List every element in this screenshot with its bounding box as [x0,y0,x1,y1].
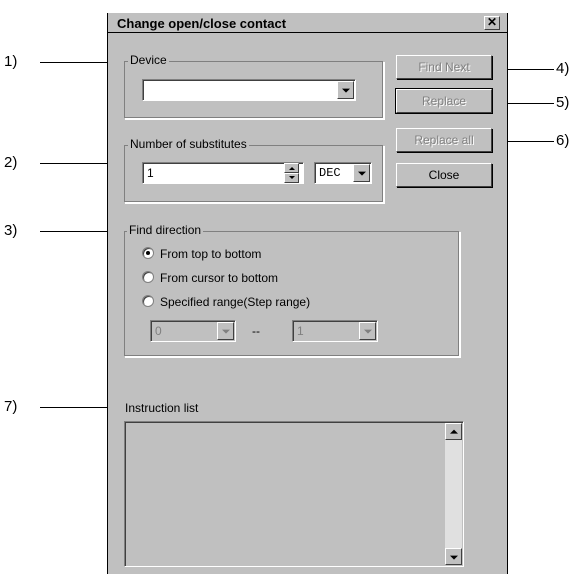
radix-dropdown-button[interactable] [353,164,370,182]
substitutes-input[interactable]: 1 [142,162,304,184]
chevron-down-icon [357,171,366,176]
spin-down-button[interactable] [284,173,299,183]
range-to-select[interactable]: 1 [292,320,378,342]
close-button[interactable]: Close [396,163,492,187]
chevron-down-icon [341,88,350,93]
callout-4-label: 4) [556,60,570,77]
range-to-dropdown-button[interactable] [359,322,376,340]
replace-all-button[interactable]: Replace all [396,128,492,152]
radio-top-to-bottom-indicator[interactable] [142,247,154,259]
title-bar[interactable]: Change open/close contact ✕ [108,14,507,33]
range-to-value: 1 [297,324,304,338]
callout-4-line [504,69,554,70]
radio-cursor-to-bottom[interactable]: From cursor to bottom [142,270,342,286]
radio-specified-range-indicator[interactable] [142,295,154,307]
radio-selected-dot [146,251,150,255]
range-from-select[interactable]: 0 [150,320,236,342]
callout-6-label: 6) [556,132,570,149]
device-dropdown-button[interactable] [337,81,354,99]
chevron-down-icon [363,329,372,334]
chevron-up-icon [449,429,458,434]
substitutes-value: 1 [147,166,154,180]
radix-select[interactable]: DEC [314,162,372,184]
close-window-icon[interactable]: ✕ [484,16,500,30]
chevron-down-icon [221,329,230,334]
radio-cursor-to-bottom-label: From cursor to bottom [160,271,279,285]
range-separator: -- [252,324,260,338]
substitutes-spinner[interactable] [284,163,299,183]
spin-up-button[interactable] [284,163,299,173]
callout-2-label: 2) [4,154,18,171]
find-next-button[interactable]: Find Next [396,55,492,79]
scroll-down-button[interactable] [445,548,462,565]
substitutes-label: Number of substitutes [128,137,249,151]
callout-6-line [504,141,554,142]
callout-5-label: 5) [556,94,570,111]
instruction-list-label: Instruction list [125,401,199,415]
range-from-value: 0 [155,324,162,338]
scroll-up-button[interactable] [445,423,462,440]
instruction-list-scrollbar[interactable] [445,423,462,565]
radix-value: DEC [319,166,341,180]
chevron-down-icon [449,555,458,560]
spin-down-icon [288,176,295,179]
radio-specified-range-label: Specified range(Step range) [160,295,311,309]
instruction-list-box[interactable] [124,421,464,567]
device-select[interactable] [142,79,356,101]
callout-7-label: 7) [4,398,18,415]
callout-3-label: 3) [4,222,18,239]
device-label: Device [128,53,169,67]
find-direction-label: Find direction [127,223,204,237]
dialog-title: Change open/close contact [117,16,287,31]
radio-cursor-to-bottom-indicator[interactable] [142,271,154,283]
callout-1-label: 1) [4,53,18,70]
radio-top-to-bottom-label: From top to bottom [160,247,262,261]
range-from-dropdown-button[interactable] [217,322,234,340]
change-contact-dialog: Change open/close contact ✕ Device Numbe… [107,13,508,574]
replace-button[interactable]: Replace [395,88,493,114]
spin-up-icon [288,167,295,170]
callout-5-line [504,103,554,104]
radio-top-to-bottom[interactable]: From top to bottom [142,246,342,262]
radio-specified-range[interactable]: Specified range(Step range) [142,294,362,310]
